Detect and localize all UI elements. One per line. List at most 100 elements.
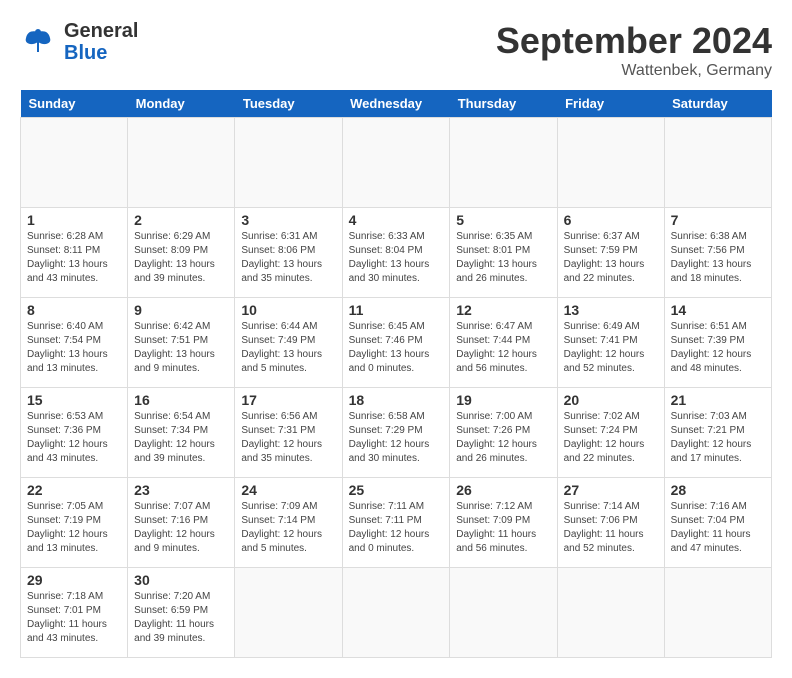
table-row: [557, 118, 664, 208]
col-sunday: Sunday: [21, 90, 128, 118]
day-info: Sunrise: 7:20 AM Sunset: 6:59 PM Dayligh…: [134, 590, 228, 646]
table-row: [235, 568, 342, 658]
day-info: Sunrise: 7:09 AM Sunset: 7:14 PM Dayligh…: [241, 500, 335, 556]
location: Wattenbek, Germany: [496, 62, 772, 80]
table-row: 8 Sunrise: 6:40 AM Sunset: 7:54 PM Dayli…: [21, 298, 128, 388]
table-row: [450, 568, 557, 658]
day-info: Sunrise: 6:29 AM Sunset: 8:09 PM Dayligh…: [134, 230, 228, 286]
day-info: Sunrise: 6:49 AM Sunset: 7:41 PM Dayligh…: [564, 320, 658, 376]
day-number: 9: [134, 302, 228, 318]
table-row: 7 Sunrise: 6:38 AM Sunset: 7:56 PM Dayli…: [664, 208, 771, 298]
day-number: 27: [564, 482, 658, 498]
day-info: Sunrise: 6:33 AM Sunset: 8:04 PM Dayligh…: [349, 230, 444, 286]
table-row: [450, 118, 557, 208]
day-number: 11: [349, 302, 444, 318]
day-info: Sunrise: 7:02 AM Sunset: 7:24 PM Dayligh…: [564, 410, 658, 466]
day-number: 2: [134, 212, 228, 228]
day-number: 3: [241, 212, 335, 228]
day-number: 28: [671, 482, 765, 498]
table-row: 20 Sunrise: 7:02 AM Sunset: 7:24 PM Dayl…: [557, 388, 664, 478]
day-info: Sunrise: 7:11 AM Sunset: 7:11 PM Dayligh…: [349, 500, 444, 556]
table-row: [128, 118, 235, 208]
table-row: 25 Sunrise: 7:11 AM Sunset: 7:11 PM Dayl…: [342, 478, 450, 568]
day-number: 15: [27, 392, 121, 408]
table-row: [342, 568, 450, 658]
day-number: 12: [456, 302, 550, 318]
table-row: 13 Sunrise: 6:49 AM Sunset: 7:41 PM Dayl…: [557, 298, 664, 388]
col-wednesday: Wednesday: [342, 90, 450, 118]
table-row: [235, 118, 342, 208]
day-number: 14: [671, 302, 765, 318]
day-number: 16: [134, 392, 228, 408]
day-number: 29: [27, 572, 121, 588]
day-info: Sunrise: 6:35 AM Sunset: 8:01 PM Dayligh…: [456, 230, 550, 286]
day-info: Sunrise: 7:18 AM Sunset: 7:01 PM Dayligh…: [27, 590, 121, 646]
day-number: 23: [134, 482, 228, 498]
day-number: 21: [671, 392, 765, 408]
col-tuesday: Tuesday: [235, 90, 342, 118]
day-info: Sunrise: 7:03 AM Sunset: 7:21 PM Dayligh…: [671, 410, 765, 466]
table-row: 29 Sunrise: 7:18 AM Sunset: 7:01 PM Dayl…: [21, 568, 128, 658]
table-row: 30 Sunrise: 7:20 AM Sunset: 6:59 PM Dayl…: [128, 568, 235, 658]
month-title: September 2024: [496, 20, 772, 62]
table-row: 9 Sunrise: 6:42 AM Sunset: 7:51 PM Dayli…: [128, 298, 235, 388]
day-info: Sunrise: 6:58 AM Sunset: 7:29 PM Dayligh…: [349, 410, 444, 466]
day-number: 19: [456, 392, 550, 408]
table-row: 21 Sunrise: 7:03 AM Sunset: 7:21 PM Dayl…: [664, 388, 771, 478]
calendar-week-row: 29 Sunrise: 7:18 AM Sunset: 7:01 PM Dayl…: [21, 568, 772, 658]
table-row: [664, 118, 771, 208]
day-number: 17: [241, 392, 335, 408]
table-row: 27 Sunrise: 7:14 AM Sunset: 7:06 PM Dayl…: [557, 478, 664, 568]
table-row: 14 Sunrise: 6:51 AM Sunset: 7:39 PM Dayl…: [664, 298, 771, 388]
logo: General Blue: [20, 20, 138, 64]
table-row: 5 Sunrise: 6:35 AM Sunset: 8:01 PM Dayli…: [450, 208, 557, 298]
day-number: 13: [564, 302, 658, 318]
day-info: Sunrise: 6:51 AM Sunset: 7:39 PM Dayligh…: [671, 320, 765, 376]
day-info: Sunrise: 6:56 AM Sunset: 7:31 PM Dayligh…: [241, 410, 335, 466]
table-row: 12 Sunrise: 6:47 AM Sunset: 7:44 PM Dayl…: [450, 298, 557, 388]
title-section: September 2024 Wattenbek, Germany: [496, 20, 772, 80]
col-saturday: Saturday: [664, 90, 771, 118]
day-number: 1: [27, 212, 121, 228]
day-info: Sunrise: 6:42 AM Sunset: 7:51 PM Dayligh…: [134, 320, 228, 376]
table-row: 22 Sunrise: 7:05 AM Sunset: 7:19 PM Dayl…: [21, 478, 128, 568]
day-number: 26: [456, 482, 550, 498]
day-number: 4: [349, 212, 444, 228]
col-thursday: Thursday: [450, 90, 557, 118]
table-row: 23 Sunrise: 7:07 AM Sunset: 7:16 PM Dayl…: [128, 478, 235, 568]
calendar-week-row: [21, 118, 772, 208]
day-info: Sunrise: 6:45 AM Sunset: 7:46 PM Dayligh…: [349, 320, 444, 376]
day-info: Sunrise: 7:14 AM Sunset: 7:06 PM Dayligh…: [564, 500, 658, 556]
table-row: 10 Sunrise: 6:44 AM Sunset: 7:49 PM Dayl…: [235, 298, 342, 388]
day-info: Sunrise: 6:37 AM Sunset: 7:59 PM Dayligh…: [564, 230, 658, 286]
table-row: 18 Sunrise: 6:58 AM Sunset: 7:29 PM Dayl…: [342, 388, 450, 478]
day-info: Sunrise: 6:31 AM Sunset: 8:06 PM Dayligh…: [241, 230, 335, 286]
day-number: 24: [241, 482, 335, 498]
table-row: 6 Sunrise: 6:37 AM Sunset: 7:59 PM Dayli…: [557, 208, 664, 298]
day-info: Sunrise: 7:00 AM Sunset: 7:26 PM Dayligh…: [456, 410, 550, 466]
calendar-header-row: Sunday Monday Tuesday Wednesday Thursday…: [21, 90, 772, 118]
calendar-week-row: 1 Sunrise: 6:28 AM Sunset: 8:11 PM Dayli…: [21, 208, 772, 298]
table-row: 3 Sunrise: 6:31 AM Sunset: 8:06 PM Dayli…: [235, 208, 342, 298]
table-row: [21, 118, 128, 208]
day-number: 8: [27, 302, 121, 318]
col-friday: Friday: [557, 90, 664, 118]
day-number: 6: [564, 212, 658, 228]
table-row: 19 Sunrise: 7:00 AM Sunset: 7:26 PM Dayl…: [450, 388, 557, 478]
day-number: 10: [241, 302, 335, 318]
day-info: Sunrise: 6:53 AM Sunset: 7:36 PM Dayligh…: [27, 410, 121, 466]
calendar-week-row: 22 Sunrise: 7:05 AM Sunset: 7:19 PM Dayl…: [21, 478, 772, 568]
table-row: 28 Sunrise: 7:16 AM Sunset: 7:04 PM Dayl…: [664, 478, 771, 568]
logo-text-blue: Blue: [64, 42, 138, 64]
table-row: [342, 118, 450, 208]
page-header: General Blue September 2024 Wattenbek, G…: [20, 20, 772, 80]
day-number: 18: [349, 392, 444, 408]
table-row: 15 Sunrise: 6:53 AM Sunset: 7:36 PM Dayl…: [21, 388, 128, 478]
day-info: Sunrise: 6:28 AM Sunset: 8:11 PM Dayligh…: [27, 230, 121, 286]
table-row: 1 Sunrise: 6:28 AM Sunset: 8:11 PM Dayli…: [21, 208, 128, 298]
calendar-week-row: 15 Sunrise: 6:53 AM Sunset: 7:36 PM Dayl…: [21, 388, 772, 478]
day-info: Sunrise: 7:07 AM Sunset: 7:16 PM Dayligh…: [134, 500, 228, 556]
day-number: 20: [564, 392, 658, 408]
day-info: Sunrise: 7:05 AM Sunset: 7:19 PM Dayligh…: [27, 500, 121, 556]
day-info: Sunrise: 6:47 AM Sunset: 7:44 PM Dayligh…: [456, 320, 550, 376]
